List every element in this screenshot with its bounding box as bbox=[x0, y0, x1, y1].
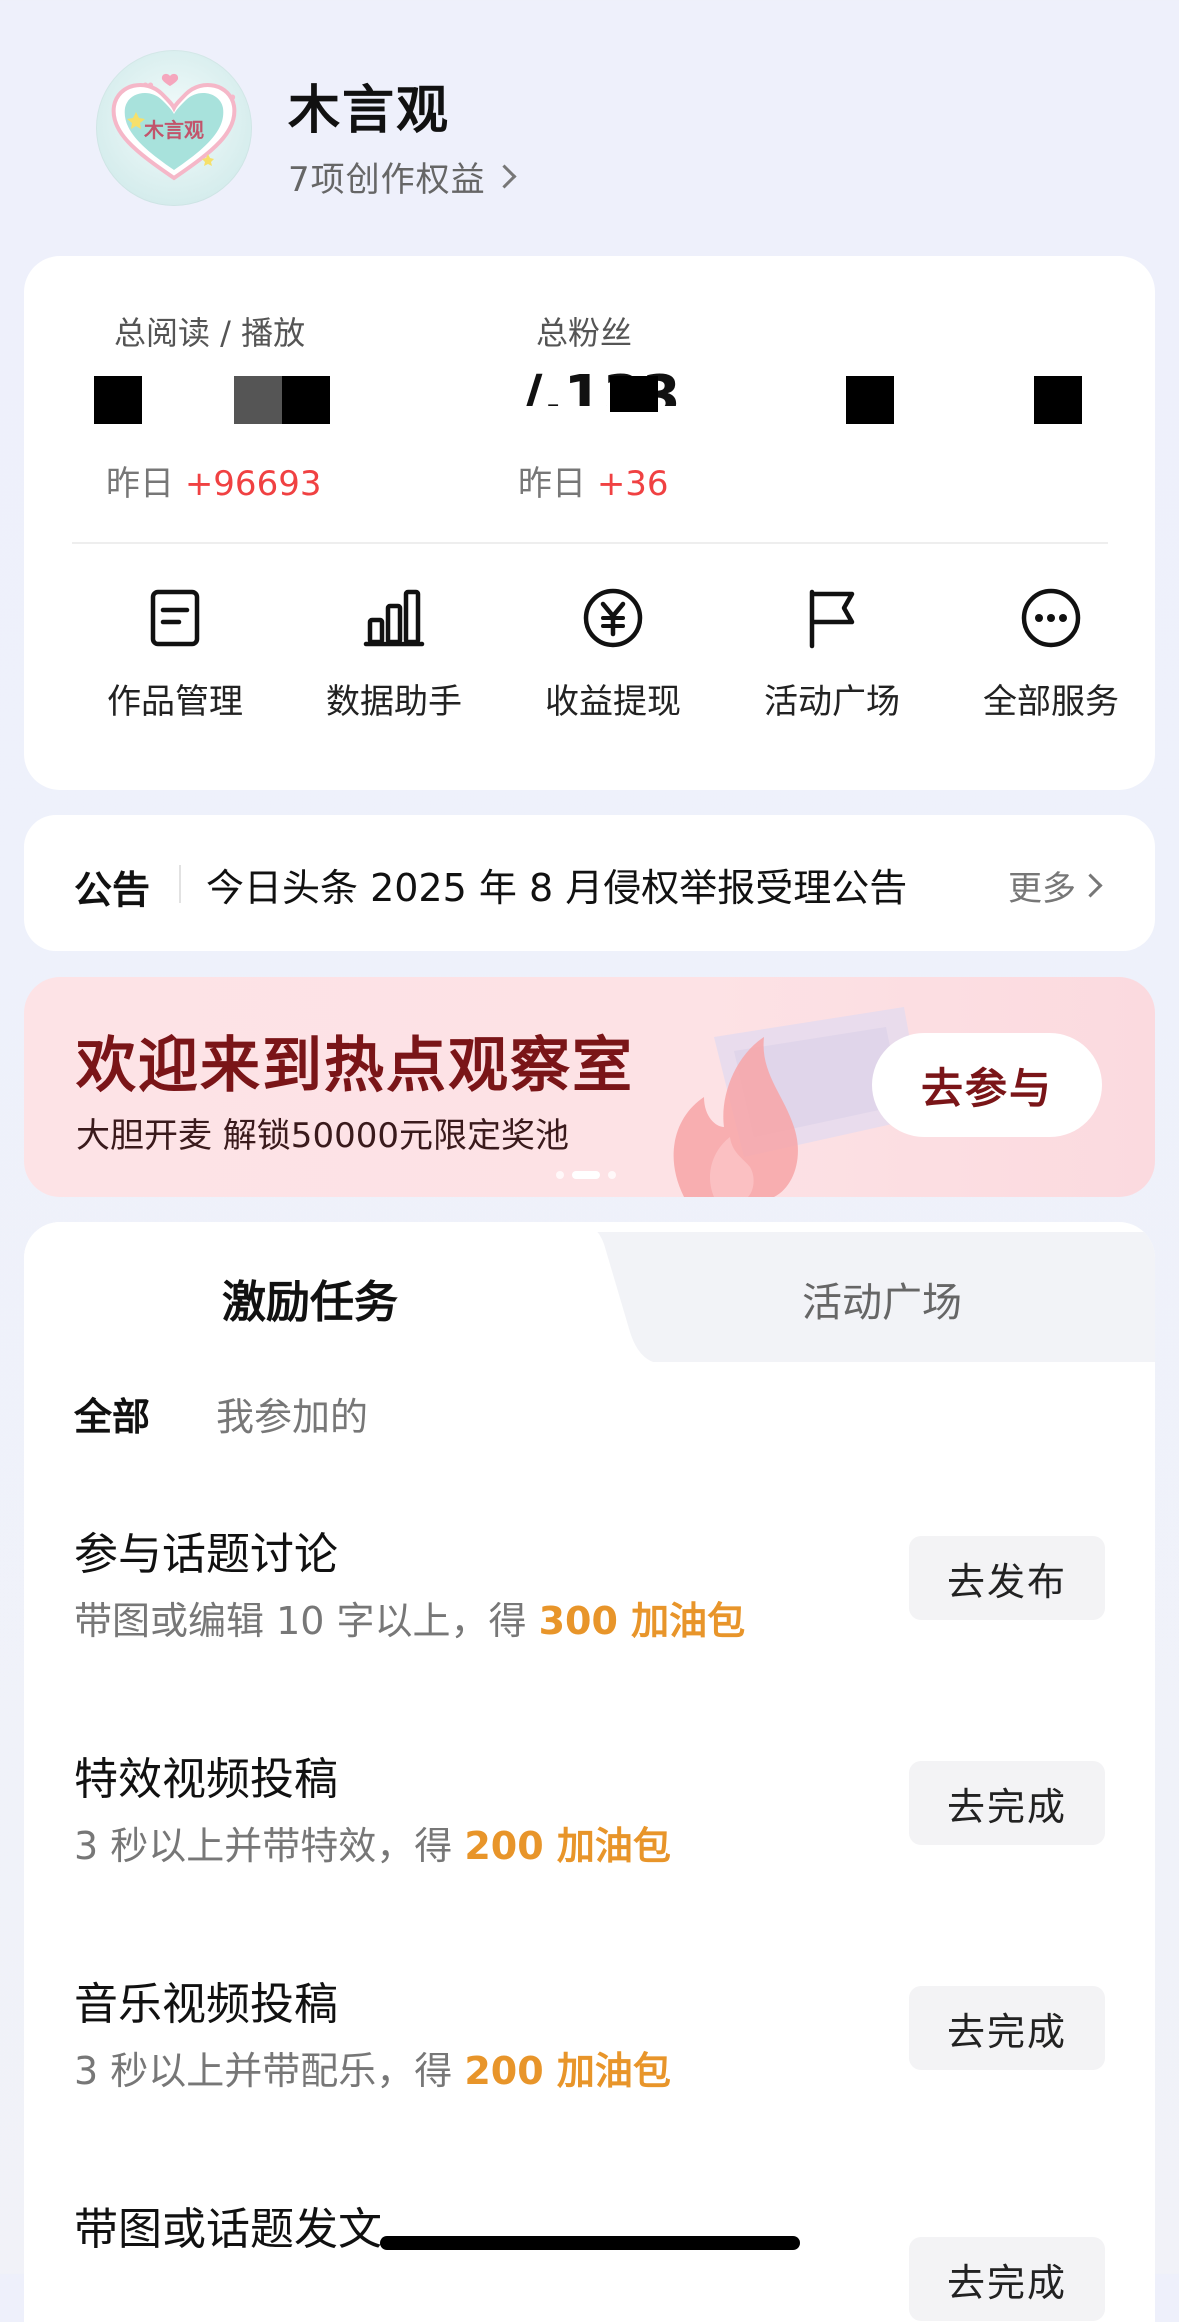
task-reward: 200 加油包 bbox=[464, 1824, 671, 1868]
profile-header[interactable]: 木言观 木言观 7项创作权益 bbox=[96, 50, 996, 210]
chevron-right-icon bbox=[1078, 873, 1103, 898]
task-complete-button[interactable]: 去完成 bbox=[909, 1761, 1105, 1845]
banner-title: 欢迎来到热点观察室 bbox=[76, 1031, 634, 1101]
promo-banner[interactable]: 欢迎来到热点观察室 大胆开麦 解锁50000元限定奖池 去参与 bbox=[24, 977, 1155, 1197]
tool-label: 全部服务 bbox=[983, 682, 1119, 722]
announcement-bar[interactable]: 公告 今日头条 2025 年 8 月侵权举报受理公告 更多 bbox=[24, 815, 1155, 951]
yuan-coin-icon bbox=[583, 588, 643, 648]
task-item: 带图或话题发文 去完成 bbox=[24, 2193, 1155, 2322]
announcement-divider bbox=[179, 865, 181, 903]
stat-reads-delta-prefix: 昨日 bbox=[106, 464, 174, 504]
announcement-more-label: 更多 bbox=[1008, 869, 1076, 909]
task-desc: 带图或编辑 10 字以上，得 300 加油包 bbox=[74, 1599, 746, 1643]
avatar-text: 木言观 bbox=[144, 118, 204, 142]
task-complete-button[interactable]: 去完成 bbox=[909, 2237, 1105, 2321]
stat-reads-label: 总阅读 / 播放 bbox=[114, 314, 306, 352]
task-desc: 3 秒以上并带特效，得 200 加油包 bbox=[74, 1824, 671, 1868]
flag-icon bbox=[809, 589, 855, 649]
task-title: 特效视频投稿 bbox=[74, 1754, 338, 1805]
banner-dot bbox=[556, 1171, 564, 1179]
tool-label: 活动广场 bbox=[764, 682, 900, 722]
avatar[interactable]: 木言观 bbox=[96, 50, 252, 206]
filter-joined[interactable]: 我参加的 bbox=[216, 1386, 368, 1441]
creator-rights-label: 7项创作权益 bbox=[288, 160, 486, 200]
banner-dot bbox=[608, 1171, 616, 1179]
tools-row: 作品管理 数据助手 收益提现 活动广场 全部服务 bbox=[24, 586, 1155, 736]
tab-activity-plaza[interactable]: 活动广场 bbox=[802, 1270, 962, 1328]
tool-data-assistant[interactable]: 数据助手 bbox=[294, 586, 494, 736]
tool-activity-plaza[interactable]: 活动广场 bbox=[732, 586, 932, 736]
stat-fans-label: 总粉丝 bbox=[536, 314, 633, 352]
banner-pagination-dots bbox=[556, 1171, 616, 1179]
creator-rights-link[interactable]: 7项创作权益 bbox=[288, 152, 517, 201]
banner-subtitle: 大胆开麦 解锁50000元限定奖池 bbox=[76, 1116, 569, 1156]
task-title: 音乐视频投稿 bbox=[74, 1979, 338, 2030]
task-reward: 200 加油包 bbox=[464, 2049, 671, 2093]
task-item: 音乐视频投稿 3 秒以上并带配乐，得 200 加油包 去完成 bbox=[24, 1968, 1155, 2138]
stat-fans-value-redacted bbox=[610, 376, 658, 412]
tasks-panel: 激励任务 活动广场 全部 我参加的 参与话题讨论 带图或编辑 10 字以上，得 … bbox=[24, 1222, 1155, 2322]
task-item: 参与话题讨论 带图或编辑 10 字以上，得 300 加油包 去发布 bbox=[24, 1518, 1155, 1688]
more-circle-icon bbox=[1021, 588, 1081, 648]
task-publish-button[interactable]: 去发布 bbox=[909, 1536, 1105, 1620]
tool-works-management[interactable]: 作品管理 bbox=[75, 586, 275, 736]
banner-dot-active bbox=[572, 1171, 600, 1179]
tool-label: 作品管理 bbox=[107, 682, 243, 722]
tool-label: 数据助手 bbox=[326, 682, 462, 722]
task-title: 参与话题讨论 bbox=[74, 1529, 338, 1580]
task-item: 特效视频投稿 3 秒以上并带特效，得 200 加油包 去完成 bbox=[24, 1743, 1155, 1913]
task-desc: 3 秒以上并带配乐，得 200 加油包 bbox=[74, 2049, 671, 2093]
stat-fans-delta: 昨日 +36 bbox=[518, 456, 669, 505]
tool-all-services[interactable]: 全部服务 bbox=[951, 586, 1151, 736]
chevron-right-icon bbox=[492, 164, 517, 189]
task-title: 带图或话题发文 bbox=[74, 2204, 382, 2255]
banner-join-button[interactable]: 去参与 bbox=[872, 1033, 1102, 1137]
home-indicator[interactable] bbox=[380, 2236, 800, 2250]
stat-reads-delta-value: +96693 bbox=[184, 464, 322, 504]
task-reward: 300 加油包 bbox=[538, 1599, 746, 1643]
stats-divider bbox=[72, 542, 1108, 544]
announcement-tag: 公告 bbox=[74, 868, 151, 912]
stats-card: 总阅读 / 播放 昨日 +96693 总粉丝 /,133 昨日 +36 作品管理 bbox=[24, 256, 1155, 790]
tool-label: 收益提现 bbox=[545, 682, 681, 722]
stat-fans-delta-value: +36 bbox=[596, 464, 669, 504]
stat-reads-delta: 昨日 +96693 bbox=[106, 456, 321, 505]
profile-name: 木言观 bbox=[288, 81, 451, 141]
task-complete-button[interactable]: 去完成 bbox=[909, 1986, 1105, 2070]
announcement-more-link[interactable]: 更多 bbox=[1008, 861, 1103, 910]
tool-earnings-withdraw[interactable]: 收益提现 bbox=[513, 586, 713, 736]
bar-chart-icon bbox=[363, 589, 425, 647]
announcement-text[interactable]: 今日头条 2025 年 8 月侵权举报受理公告 bbox=[206, 857, 976, 912]
document-icon bbox=[150, 589, 200, 647]
tab-incentive-tasks[interactable]: 激励任务 bbox=[222, 1266, 398, 1330]
stat-fans-delta-prefix: 昨日 bbox=[518, 464, 586, 504]
filter-all[interactable]: 全部 bbox=[74, 1386, 150, 1441]
